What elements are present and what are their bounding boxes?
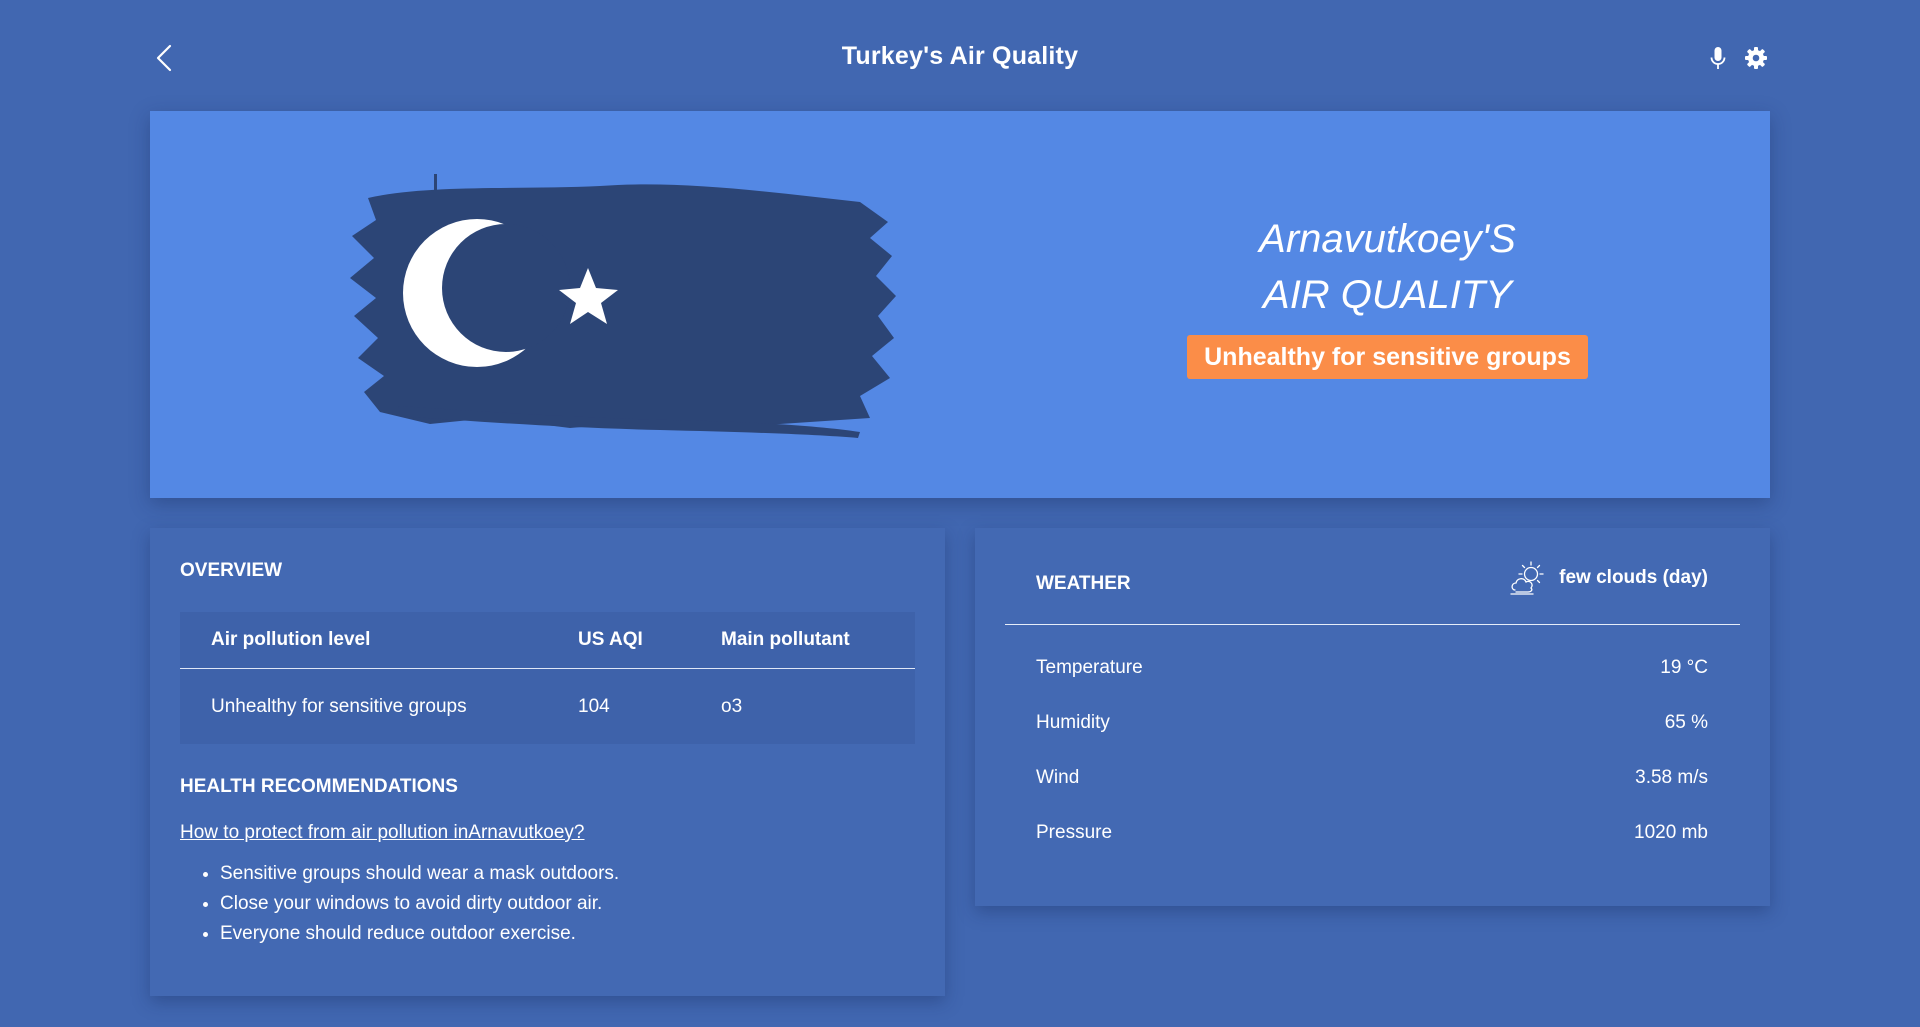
list-item: Sensitive groups should wear a mask outd… — [220, 859, 619, 889]
column-header-pollution-level: Air pollution level — [211, 629, 371, 650]
pollution-level-cell: Unhealthy for sensitive groups — [211, 696, 467, 717]
table-header-row: Air pollution level US AQI Main pollutan… — [180, 612, 915, 669]
microphone-icon — [1710, 47, 1726, 69]
list-item: Close your windows to avoid dirty outdoo… — [220, 889, 619, 919]
pressure-label: Pressure — [1036, 822, 1113, 843]
us-aqi-cell: 104 — [578, 696, 610, 717]
wind-label: Wind — [1036, 767, 1080, 788]
weather-row-humidity: Humidity 65 % — [1036, 708, 1708, 738]
hero-banner: Arnavutkoey'S AIR QUALITY Unhealthy for … — [150, 111, 1770, 498]
app-header: Turkey's Air Quality — [150, 28, 1770, 88]
weather-condition: few clouds (day) — [1509, 560, 1708, 596]
overview-title: OVERVIEW — [180, 560, 283, 581]
hero-text: Arnavutkoey'S AIR QUALITY Unhealthy for … — [1135, 211, 1640, 379]
weather-row-wind: Wind 3.58 m/s — [1036, 763, 1708, 793]
settings-button[interactable] — [1742, 44, 1770, 72]
hero-city-name: Arnavutkoey'S — [1259, 217, 1516, 261]
health-recommendations-title: HEALTH RECOMMENDATIONS — [180, 776, 458, 797]
air-quality-page: Turkey's Air Quality Arnavutkoey'S AIR Q… — [0, 0, 1920, 1027]
column-header-main-pollutant: Main pollutant — [721, 629, 850, 650]
main-pollutant-cell: o3 — [721, 696, 743, 717]
overview-card: OVERVIEW Air pollution level US AQI Main… — [150, 528, 945, 996]
temperature-value: 19 °C — [1660, 657, 1708, 678]
partly-cloudy-icon — [1510, 561, 1544, 595]
page-title: Turkey's Air Quality — [841, 42, 1079, 70]
list-item: Everyone should reduce outdoor exercise. — [220, 919, 619, 949]
weather-divider — [1005, 624, 1740, 625]
protect-from-pollution-link[interactable]: How to protect from air pollution inArna… — [180, 822, 584, 844]
overview-table: Air pollution level US AQI Main pollutan… — [180, 612, 915, 744]
recommendations-list: Sensitive groups should wear a mask outd… — [180, 859, 619, 949]
weather-condition-label: few clouds (day) — [1559, 567, 1708, 588]
weather-row-temperature: Temperature 19 °C — [1036, 653, 1708, 683]
weather-row-pressure: Pressure 1020 mb — [1036, 818, 1708, 848]
temperature-label: Temperature — [1036, 657, 1143, 678]
gear-icon — [1745, 47, 1767, 69]
humidity-value: 65 % — [1664, 712, 1708, 733]
humidity-label: Humidity — [1036, 712, 1110, 733]
turkey-flag-icon — [350, 174, 896, 438]
weather-title: WEATHER — [1036, 573, 1131, 594]
table-row: Unhealthy for sensitive groups 104 o3 — [180, 669, 915, 744]
weather-card: WEATHER few clouds (day) Temperature 19 … — [975, 528, 1770, 906]
pressure-value: 1020 mb — [1634, 822, 1708, 843]
microphone-button[interactable] — [1704, 44, 1732, 72]
column-header-us-aqi: US AQI — [578, 629, 643, 650]
wind-value: 3.58 m/s — [1635, 767, 1708, 788]
aqi-status-badge: Unhealthy for sensitive groups — [1187, 335, 1588, 379]
hero-air-quality-label: AIR QUALITY — [1263, 273, 1512, 317]
